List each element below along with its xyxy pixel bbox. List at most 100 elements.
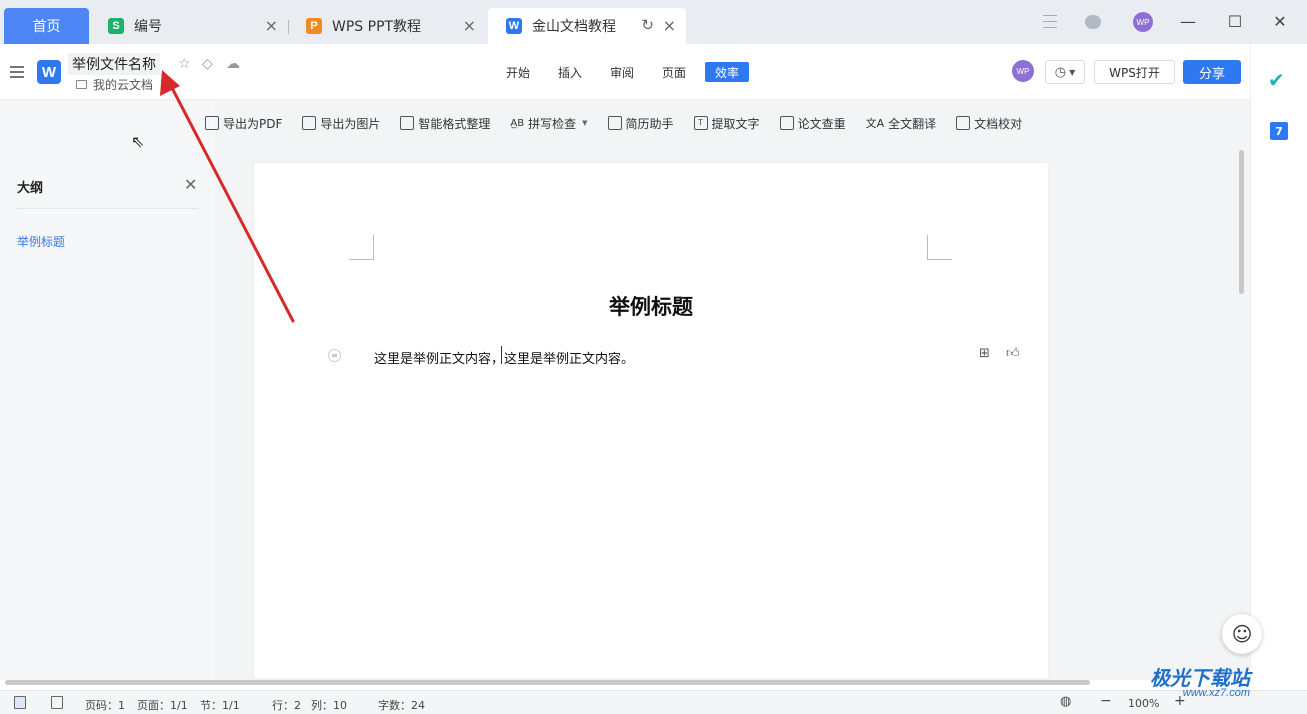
maximize-icon[interactable]: ☐ [1225, 12, 1245, 31]
tag-icon[interactable]: ◇ [202, 56, 213, 72]
checkmark-app-icon[interactable]: ✔ [1268, 68, 1285, 92]
row-position: 行：2 [272, 699, 301, 712]
folder-breadcrumb[interactable]: 我的云文档 [76, 76, 153, 93]
close-icon[interactable]: × [463, 17, 476, 35]
plagiarism-icon [779, 116, 794, 130]
tab-start[interactable]: 开始 [500, 62, 536, 82]
margin-corner-mark [927, 235, 952, 260]
document-logo-icon: W [506, 18, 522, 34]
tool-label: 全文翻译 [888, 116, 937, 131]
history-button[interactable]: ◷ ▼ [1045, 60, 1085, 84]
wps-open-button[interactable]: WPS打开 [1094, 60, 1175, 84]
tool-label: 提取文字 [711, 116, 760, 131]
paragraph-menu-icon[interactable]: ≡ [328, 349, 341, 362]
tab-kingsoft-docs[interactable]: W 金山文档教程 ↻ × [488, 8, 686, 44]
translate-button[interactable]: 文A 全文翻译 [866, 115, 937, 132]
translate-icon: 文A [865, 117, 885, 130]
chevron-down-icon: ▼ [1069, 67, 1076, 77]
margin-corner-mark [349, 235, 374, 260]
horizontal-scrollbar[interactable] [5, 680, 1090, 685]
word-count: 字数：24 [378, 699, 425, 712]
tab-divider [288, 20, 289, 34]
globe-icon[interactable]: ◍ [1060, 694, 1071, 709]
thumbs-up-icon[interactable]: 👍︎ [1006, 346, 1020, 361]
kingsoft-docs-logo-icon: W [37, 60, 61, 84]
tool-label: 拼写检查 [528, 116, 577, 131]
tab-home[interactable]: 首页 [4, 8, 89, 44]
close-icon[interactable]: × [265, 17, 278, 35]
tab-efficiency[interactable]: 效率 [705, 62, 749, 82]
tab-insert[interactable]: 插入 [552, 62, 588, 82]
cloud-icon[interactable]: ☁ [226, 56, 240, 72]
folder-label: 我的云文档 [93, 78, 154, 92]
document-heading[interactable]: 举例标题 [254, 291, 1048, 321]
share-button[interactable]: 分享 [1183, 60, 1241, 84]
refresh-icon[interactable]: ↻ [641, 16, 654, 34]
export-image-button[interactable]: 导出为图片 [302, 115, 380, 132]
document-title[interactable]: 举例文件名称 [68, 53, 160, 75]
smart-format-button[interactable]: 智能格式整理 [400, 115, 490, 132]
resume-icon [607, 116, 622, 130]
tab-label: WPS PPT教程 [332, 19, 422, 35]
document-body-text[interactable]: 这里是举例正文内容，这里是举例正文内容。 [374, 348, 634, 367]
tab-wps-ppt[interactable]: P WPS PPT教程 × [306, 8, 486, 44]
outline-title: 大纲 [17, 181, 44, 196]
calendar-icon[interactable]: 7 [1270, 122, 1288, 140]
tab-label: 编号 [134, 19, 162, 35]
document-page[interactable]: 举例标题 ≡ 这里是举例正文内容，这里是举例正文内容。 ⊞ 👍︎ [254, 163, 1048, 678]
outline-item[interactable]: 举例标题 [17, 233, 65, 250]
vertical-scrollbar[interactable] [1239, 150, 1244, 294]
status-bar: 页码：1 页面：1/1 节：1/1 行：2 列：10 字数：24 ◍ − 100… [0, 690, 1307, 714]
extract-text-button[interactable]: T 提取文字 [693, 115, 760, 132]
close-icon[interactable]: ✕ [184, 175, 197, 194]
format-icon [400, 116, 415, 130]
proofread-button[interactable]: 文档校对 [956, 115, 1022, 132]
spellcheck-icon: A̲B [510, 117, 525, 129]
tool-label: 导出为图片 [320, 116, 381, 131]
tool-label: 简历助手 [625, 116, 674, 131]
export-pdf-icon [205, 116, 219, 130]
tab-review[interactable]: 审阅 [604, 62, 640, 82]
minimize-icon[interactable]: — [1178, 12, 1198, 31]
right-side-panel: ✔ 7 [1250, 44, 1307, 684]
user-avatar[interactable]: WP [1012, 60, 1034, 82]
tab-page[interactable]: 页面 [656, 62, 692, 82]
page-count: 页面：1/1 [137, 699, 188, 712]
tool-label: 文档校对 [974, 116, 1023, 131]
extract-text-icon: T [693, 116, 708, 130]
spreadsheet-logo-icon: S [108, 18, 124, 34]
plagiarism-check-button[interactable]: 论文查重 [779, 115, 846, 132]
close-icon[interactable]: × [663, 17, 676, 35]
tab-label: 金山文档教程 [532, 19, 616, 35]
web-view-icon[interactable] [51, 696, 63, 709]
zoom-out-icon[interactable]: − [1100, 693, 1112, 709]
page-number: 页码：1 [85, 699, 125, 712]
export-pdf-button[interactable]: 导出为PDF [205, 115, 282, 132]
menu-list-icon[interactable] [1043, 15, 1057, 28]
tool-label: 智能格式整理 [418, 116, 491, 131]
tool-label: 导出为PDF [223, 116, 283, 131]
section-count: 节：1/1 [200, 699, 240, 712]
star-icon[interactable]: ☆ [178, 56, 191, 72]
tool-label: 论文查重 [797, 116, 846, 131]
tab-numbering[interactable]: S 编号 × [108, 8, 288, 44]
divider [17, 208, 198, 209]
presentation-logo-icon: P [306, 18, 322, 34]
folder-icon [76, 80, 87, 89]
chat-icon[interactable] [1085, 15, 1101, 29]
page-view-icon[interactable] [14, 696, 26, 709]
avatar[interactable]: WP [1133, 12, 1153, 32]
spellcheck-button[interactable]: A̲B 拼写检查 ▼ [510, 115, 587, 132]
resume-assistant-button[interactable]: 简历助手 [607, 115, 674, 132]
text-caret [501, 346, 502, 364]
assistant-avatar-icon[interactable]: ☺ [1222, 614, 1262, 654]
add-comment-icon[interactable]: ⊞ [979, 346, 990, 361]
outline-panel: 大纲 ✕ 举例标题 [0, 100, 215, 680]
site-watermark-logo: 极光下载站 www.xz7.com [1150, 668, 1250, 699]
hamburger-menu-icon[interactable] [10, 66, 24, 78]
chevron-down-icon[interactable]: ▼ [582, 119, 587, 127]
tab-bar: 首页 S 编号 × P WPS PPT教程 × W 金山文档教程 ↻ × W P … [0, 0, 1307, 44]
clock-icon: ◷ [1054, 64, 1067, 80]
proofread-icon [956, 116, 971, 130]
close-window-icon[interactable]: ✕ [1270, 12, 1290, 31]
